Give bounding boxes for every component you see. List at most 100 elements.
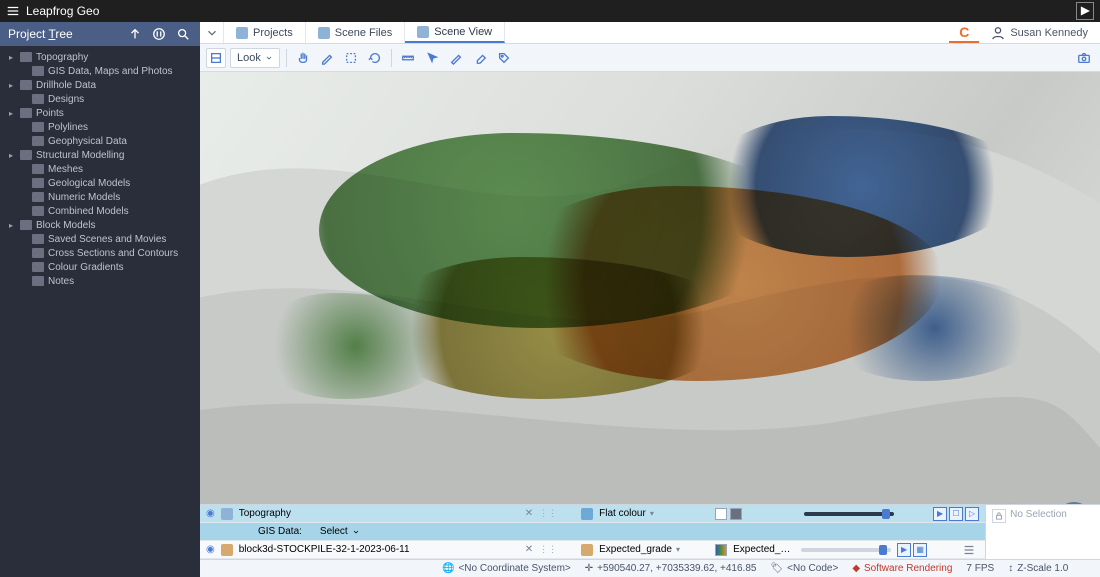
box-icon[interactable]: ☐ xyxy=(949,507,963,521)
folder-icon xyxy=(20,220,32,230)
coord-system-status[interactable]: 🌐 <No Coordinate System> xyxy=(442,563,571,574)
folder-icon xyxy=(32,66,44,76)
tab-projects[interactable]: Projects xyxy=(224,22,306,43)
tree-item[interactable]: ▸ Block Models xyxy=(0,218,200,232)
layer-icon xyxy=(221,544,233,556)
play-icon[interactable]: ▶ xyxy=(897,543,911,557)
tree-item[interactable]: ▸ Points xyxy=(0,106,200,120)
pause-icon[interactable] xyxy=(150,25,168,43)
tag-icon[interactable] xyxy=(494,48,514,68)
tree-item[interactable]: Colour Gradients xyxy=(0,260,200,274)
tree-item-label: Designs xyxy=(48,94,194,105)
ruler-icon[interactable] xyxy=(398,48,418,68)
select-box-icon[interactable] xyxy=(341,48,361,68)
code-status[interactable]: 🏷 <No Code> xyxy=(770,563,838,574)
folder-icon xyxy=(32,136,44,146)
chevron-down-icon[interactable] xyxy=(200,22,224,43)
visibility-toggle-icon[interactable]: ◉ xyxy=(206,508,215,519)
project-tree[interactable]: ▸TopographyGIS Data, Maps and Photos ▸ Dri… xyxy=(0,46,200,577)
home-view-icon[interactable] xyxy=(206,48,226,68)
visibility-toggle-icon[interactable]: ◉ xyxy=(206,544,215,555)
opacity-slider[interactable] xyxy=(804,512,894,516)
folder-icon xyxy=(32,94,44,104)
tab-icon xyxy=(417,26,429,38)
tab-scene-files[interactable]: Scene Files xyxy=(306,22,405,43)
colour-mode-dropdown[interactable]: Flat colour▾ xyxy=(599,508,709,519)
legend-swatch[interactable] xyxy=(715,544,727,556)
colour-mode-icon xyxy=(581,508,593,520)
tree-item[interactable]: Notes xyxy=(0,274,200,288)
tab-scene-view[interactable]: Scene View xyxy=(405,22,505,43)
up-arrow-icon[interactable] xyxy=(126,25,144,43)
grid-icon[interactable]: ▦ xyxy=(913,543,927,557)
eraser-icon[interactable] xyxy=(470,48,490,68)
scene-toolbar: Look xyxy=(200,44,1100,72)
search-icon[interactable] xyxy=(174,25,192,43)
layer-row-blockmodel[interactable]: ◉ block3d-STOCKPILE-32-1-2023-06-11 ✕ ⋮⋮… xyxy=(200,541,985,559)
tree-item-label: Block Models xyxy=(36,220,194,231)
project-tree-sidebar: Project Tree ▸TopographyGIS Data, Maps a… xyxy=(0,22,200,577)
layer-name: block3d-STOCKPILE-32-1-2023-06-11 xyxy=(239,544,519,555)
tree-item-label: Saved Scenes and Movies xyxy=(48,234,194,245)
expander-icon[interactable]: ▸ xyxy=(6,109,16,118)
rotate-tool-icon[interactable] xyxy=(365,48,385,68)
skip-icon[interactable]: ▷ xyxy=(965,507,979,521)
tree-item-label: Geological Models xyxy=(48,178,194,189)
expander-icon[interactable]: ▸ xyxy=(6,53,16,62)
close-icon[interactable]: ✕ xyxy=(525,508,533,519)
tree-item[interactable]: Meshes xyxy=(0,162,200,176)
folder-icon xyxy=(20,52,32,62)
expander-icon[interactable]: ▸ xyxy=(6,151,16,160)
folder-icon xyxy=(20,150,32,160)
tree-item-label: Drillhole Data xyxy=(36,80,194,91)
fps-status: 7 FPS xyxy=(966,563,994,574)
tree-item[interactable]: Polylines xyxy=(0,120,200,134)
tree-item[interactable]: Combined Models xyxy=(0,204,200,218)
tree-item-label: Structural Modelling xyxy=(36,150,194,161)
look-dropdown[interactable]: Look xyxy=(230,48,280,68)
gis-data-dropdown[interactable]: Select xyxy=(320,526,360,537)
tag-icon: 🏷 xyxy=(770,563,783,574)
lock-icon[interactable] xyxy=(992,509,1006,523)
expander-icon[interactable]: ▸ xyxy=(6,81,16,90)
cursor-icon[interactable] xyxy=(422,48,442,68)
tree-item[interactable]: Cross Sections and Contours xyxy=(0,246,200,260)
arrows-icon: ✛ xyxy=(585,563,593,574)
camera-icon[interactable] xyxy=(1074,48,1094,68)
tree-item[interactable]: Numeric Models xyxy=(0,190,200,204)
tree-item[interactable]: Designs xyxy=(0,92,200,106)
list-icon[interactable] xyxy=(959,540,979,560)
folder-icon xyxy=(32,122,44,132)
tree-item[interactable]: ▸ Drillhole Data xyxy=(0,78,200,92)
tree-item[interactable]: GIS Data, Maps and Photos xyxy=(0,64,200,78)
opacity-slider[interactable] xyxy=(801,548,891,552)
tree-item-label: Points xyxy=(36,108,194,119)
tree-item[interactable]: Geophysical Data xyxy=(0,134,200,148)
play-icon[interactable]: ▶ xyxy=(933,507,947,521)
layer-row-topography[interactable]: ◉ Topography ✕ ⋮⋮ Flat colour▾ xyxy=(200,505,985,523)
globe-icon: 🌐 xyxy=(442,563,454,574)
tree-item-label: Cross Sections and Contours xyxy=(48,248,194,259)
tree-item-label: Colour Gradients xyxy=(48,262,194,273)
project-tree-header: Project Tree xyxy=(0,22,200,46)
drag-handle-icon[interactable]: ⋮⋮ xyxy=(539,544,557,555)
pan-tool-icon[interactable] xyxy=(293,48,313,68)
expander-icon[interactable]: ▸ xyxy=(6,221,16,230)
zscale-status[interactable]: ↕ Z-Scale 1.0 xyxy=(1008,563,1068,574)
drag-handle-icon[interactable]: ⋮⋮ xyxy=(539,508,557,519)
user-menu[interactable]: Susan Kennedy xyxy=(979,22,1100,43)
pencil-tool-icon[interactable] xyxy=(317,48,337,68)
colour-swatches[interactable] xyxy=(715,508,742,520)
layer-row-gis-sub[interactable]: GIS Data: Select xyxy=(200,523,985,541)
tree-item[interactable]: ▸ Structural Modelling xyxy=(0,148,200,162)
collapse-panel-icon[interactable] xyxy=(1076,2,1094,20)
close-icon[interactable]: ✕ xyxy=(525,544,533,555)
colour-mode-dropdown[interactable]: Expected_grade▾ xyxy=(599,544,709,555)
hamburger-icon[interactable] xyxy=(6,4,20,18)
scene-viewport[interactable]: Plunge +00 Azimuth 000 0255075100 xyxy=(200,72,1100,504)
tree-item[interactable]: Geological Models xyxy=(0,176,200,190)
brand-logo[interactable]: C xyxy=(949,22,979,43)
edit-icon[interactable] xyxy=(446,48,466,68)
tree-item[interactable]: Saved Scenes and Movies xyxy=(0,232,200,246)
tree-item[interactable]: ▸Topography xyxy=(0,50,200,64)
